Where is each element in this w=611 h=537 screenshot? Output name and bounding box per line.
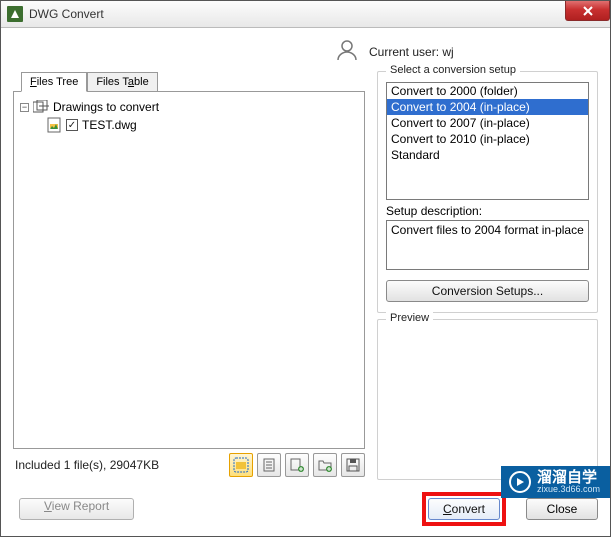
left-column: Files Tree Files Table − Dra: [13, 71, 365, 480]
tab-files-tree-rest: iles Tree: [37, 76, 79, 88]
user-icon: [335, 38, 359, 65]
convert-button[interactable]: Convert: [428, 498, 500, 520]
close-icon: [583, 6, 593, 16]
convert-highlight: Convert: [422, 492, 506, 526]
drawings-icon: [33, 100, 49, 114]
user-label-text: Current user:: [369, 45, 439, 59]
preview-group: Preview: [377, 319, 598, 480]
files-tree-panel: − Drawings to convert ✓ TEST.dwg: [13, 91, 365, 449]
dialog-content: Current user: wj Files Tree Files Table: [1, 28, 610, 536]
list-item[interactable]: Convert to 2007 (in-place): [387, 115, 588, 131]
list-item[interactable]: Convert to 2004 (in-place): [387, 99, 588, 115]
conversion-setups-button[interactable]: Conversion Setups...: [386, 280, 589, 302]
clipboard-button[interactable]: [257, 453, 281, 477]
conversion-setups-label: Conversion Setups...: [432, 284, 543, 298]
setup-group-label: Select a conversion setup: [386, 64, 520, 76]
list-item[interactable]: Standard: [387, 147, 588, 163]
add-folder-button[interactable]: [313, 453, 337, 477]
save-icon: [345, 457, 361, 473]
tabs: Files Tree Files Table: [21, 71, 365, 91]
clipboard-icon: [261, 457, 277, 473]
add-folder-icon: [317, 457, 333, 473]
status-row: Included 1 file(s), 29047KB: [13, 453, 365, 477]
titlebar: DWG Convert: [1, 1, 610, 28]
setup-description-label: Setup description:: [386, 204, 589, 218]
user-name-text: wj: [442, 45, 453, 59]
current-user-label: Current user: wj: [369, 45, 454, 59]
view-report-button[interactable]: View Report: [19, 498, 134, 520]
tree-item-checkbox[interactable]: ✓: [66, 119, 78, 131]
tree-root[interactable]: − Drawings to convert: [20, 100, 358, 114]
tab-files-tree[interactable]: Files Tree: [21, 72, 87, 92]
list-item[interactable]: Convert to 2000 (folder): [387, 83, 588, 99]
save-button[interactable]: [341, 453, 365, 477]
conversion-setup-list[interactable]: Convert to 2000 (folder) Convert to 2004…: [386, 82, 589, 200]
dwg-file-icon: [46, 117, 62, 133]
play-icon: [509, 471, 531, 493]
watermark-badge: 溜溜自学 zixue.3d66.com: [501, 466, 610, 498]
setup-description-box: Convert files to 2004 format in-place: [386, 220, 589, 270]
tab-files-table[interactable]: Files Table: [87, 72, 157, 92]
list-item[interactable]: Convert to 2010 (in-place): [387, 131, 588, 147]
setup-description-text: Convert files to 2004 format in-place: [391, 223, 584, 237]
window-close-button[interactable]: [565, 1, 610, 21]
tree-item-label: TEST.dwg: [82, 118, 137, 132]
tree-item[interactable]: ✓ TEST.dwg: [46, 117, 358, 133]
window-title: DWG Convert: [29, 7, 104, 21]
watermark-url: zixue.3d66.com: [537, 485, 600, 494]
preview-body: [386, 330, 589, 430]
dwg-convert-window: DWG Convert Current user: wj Files Tree: [0, 0, 611, 537]
add-file-button[interactable]: [285, 453, 309, 477]
close-button[interactable]: Close: [526, 498, 598, 520]
open-folder-button[interactable]: [229, 453, 253, 477]
collapse-icon[interactable]: −: [20, 103, 29, 112]
close-button-label: Close: [547, 502, 578, 516]
tree-root-label: Drawings to convert: [53, 100, 159, 114]
main-columns: Files Tree Files Table − Dra: [13, 71, 598, 480]
conversion-setup-group: Select a conversion setup Convert to 200…: [377, 71, 598, 313]
watermark-title: 溜溜自学: [537, 470, 600, 485]
app-icon: [7, 6, 23, 22]
preview-label: Preview: [386, 312, 433, 324]
add-file-icon: [289, 457, 305, 473]
icon-toolbar: [229, 453, 365, 477]
right-column: Select a conversion setup Convert to 200…: [377, 71, 598, 480]
included-status: Included 1 file(s), 29047KB: [13, 458, 159, 472]
open-folder-icon: [233, 457, 249, 473]
